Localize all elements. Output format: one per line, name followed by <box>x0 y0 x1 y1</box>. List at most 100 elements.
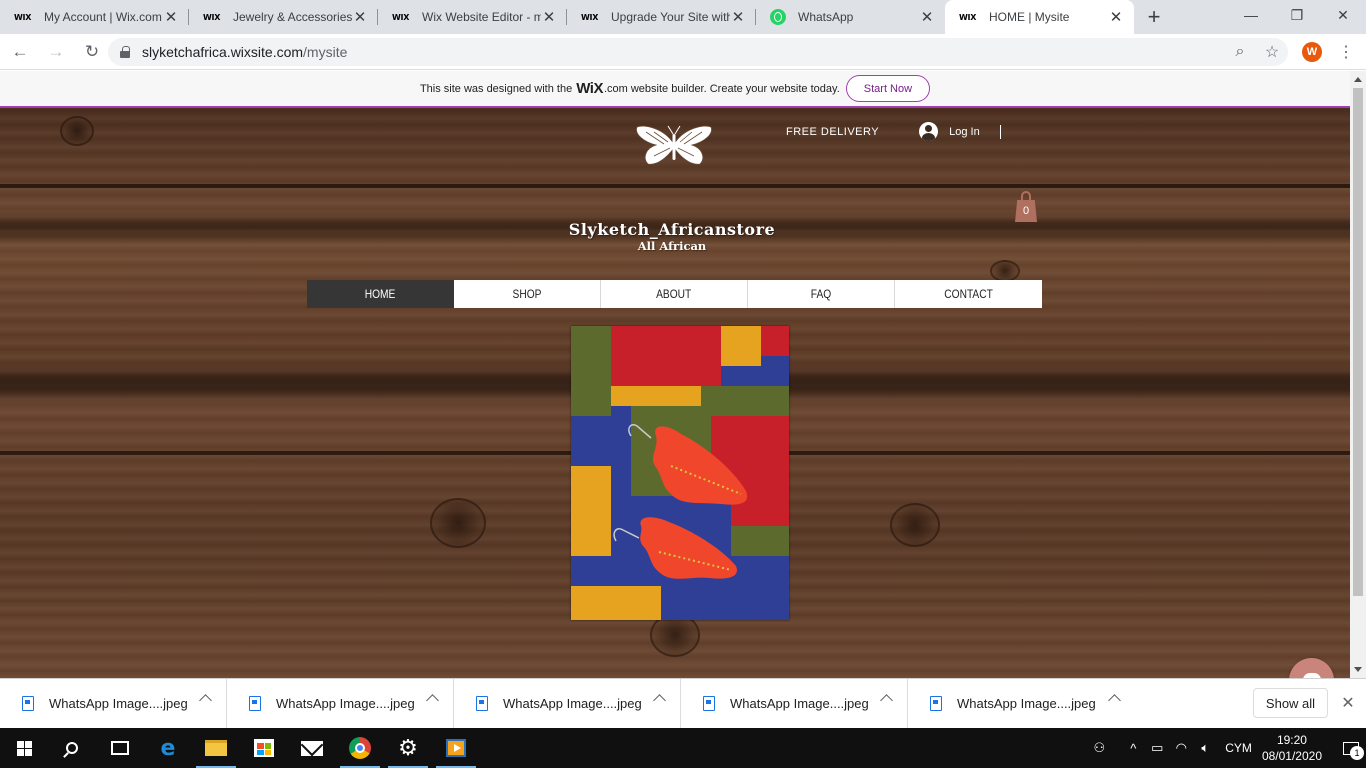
download-item[interactable]: WhatsApp Image....jpeg <box>227 678 454 729</box>
new-tab-button[interactable]: + <box>1140 3 1168 31</box>
wix-favicon-icon: WIX <box>392 12 410 22</box>
start-button[interactable] <box>0 728 48 768</box>
reload-button[interactable]: ↻ <box>76 36 108 68</box>
image-file-icon <box>703 696 715 711</box>
cart-count: 0 <box>1015 200 1037 222</box>
people-icon[interactable]: ⚇ <box>1087 740 1111 756</box>
menu-item-label: CONTACT <box>944 287 993 301</box>
close-downloads-icon[interactable]: ✕ <box>1339 693 1357 712</box>
site-brand: Slyketch_Africanstore All African <box>0 220 1344 253</box>
tab-close-icon[interactable]: ✕ <box>352 8 368 26</box>
chevron-up-icon[interactable]: ^ <box>1121 741 1145 756</box>
chat-button[interactable] <box>1289 658 1334 678</box>
menu-item-shop[interactable]: SHOP <box>454 280 601 308</box>
start-now-button[interactable]: Start Now <box>845 75 931 102</box>
search-icon <box>66 742 78 754</box>
file-explorer-app[interactable] <box>192 728 240 768</box>
download-item[interactable]: WhatsApp Image....jpeg <box>0 678 227 729</box>
menu-item-contact[interactable]: CONTACT <box>895 280 1042 308</box>
zoom-icon[interactable]: ⌕ <box>1224 43 1256 61</box>
menu-item-label: HOME <box>364 287 396 301</box>
banner-text-before: This site was designed with the <box>419 82 573 95</box>
browser-tab[interactable]: WIX Jewelry & Accessories W ✕ <box>189 0 378 34</box>
page-viewport: This site was designed with the WiX .com… <box>0 71 1350 678</box>
url-text[interactable]: slyketchafrica.wixsite.com/mysite <box>142 44 347 60</box>
forward-button[interactable]: → <box>40 36 72 68</box>
chevron-up-icon[interactable] <box>426 693 439 707</box>
brand-name[interactable]: Slyketch_Africanstore <box>0 220 1344 239</box>
address-bar[interactable]: slyketchafrica.wixsite.com/mysite ⌕ ☆ <box>108 38 1288 66</box>
brand-tagline: All African <box>637 239 707 253</box>
window-controls: — ❐ ✕ <box>1228 0 1366 30</box>
tab-close-icon[interactable]: ✕ <box>919 8 935 26</box>
browser-tab[interactable]: WIX Upgrade Your Site with ✕ <box>567 0 756 34</box>
free-delivery-link[interactable]: FREE DELIVERY <box>786 126 879 138</box>
clock-date: 08/01/2020 <box>1261 749 1322 763</box>
browser-tab[interactable]: WIX Wix Website Editor - m ✕ <box>378 0 567 34</box>
browser-tab[interactable]: WIX My Account | Wix.com ✕ <box>0 0 189 34</box>
image-file-icon <box>22 696 34 711</box>
menu-item-about[interactable]: ABOUT <box>601 280 748 308</box>
volume-icon[interactable]: 🔈︎ <box>1193 740 1217 756</box>
download-item[interactable]: WhatsApp Image....jpeg <box>681 678 908 729</box>
mail-app[interactable] <box>288 728 336 768</box>
chrome-app[interactable] <box>336 728 384 768</box>
store-app[interactable] <box>240 728 288 768</box>
wifi-icon[interactable]: ◠ <box>1169 740 1193 756</box>
browser-tab-active[interactable]: WIX HOME | Mysite ✕ <box>945 0 1134 34</box>
wix-promo-banner: This site was designed with the WiX .com… <box>0 71 1350 108</box>
notification-center-button[interactable]: 1 <box>1336 728 1366 768</box>
media-player-app[interactable] <box>432 728 480 768</box>
tab-close-icon[interactable]: ✕ <box>1108 8 1124 26</box>
banner-text-after: .com website builder. Create your websit… <box>603 82 840 95</box>
menu-item-label: ABOUT <box>656 287 692 301</box>
language-indicator[interactable]: CYM <box>1225 741 1252 755</box>
battery-icon[interactable]: ▭ <box>1145 740 1169 756</box>
tab-title: Upgrade Your Site with <box>611 10 730 24</box>
task-view-button[interactable] <box>96 728 144 768</box>
back-button[interactable]: ← <box>4 36 36 68</box>
whatsapp-favicon-icon <box>770 9 786 25</box>
restore-button[interactable]: ❐ <box>1274 0 1320 30</box>
menu-item-home[interactable]: HOME <box>307 280 454 308</box>
settings-app[interactable]: ⚙ <box>384 728 432 768</box>
wix-logo[interactable]: WiX <box>576 80 603 97</box>
tab-close-icon[interactable]: ✕ <box>541 8 557 26</box>
chevron-up-icon[interactable] <box>880 693 893 707</box>
minimize-button[interactable]: — <box>1228 0 1274 30</box>
chevron-up-icon[interactable] <box>199 693 212 707</box>
scroll-up-icon[interactable] <box>1354 77 1362 82</box>
menu-item-label: FAQ <box>810 287 832 301</box>
close-window-button[interactable]: ✕ <box>1320 0 1366 30</box>
page-scrollbar[interactable] <box>1350 71 1366 678</box>
browser-tab[interactable]: WhatsApp ✕ <box>756 0 945 34</box>
butterfly-logo-icon[interactable] <box>634 124 714 168</box>
tab-close-icon[interactable]: ✕ <box>163 8 179 26</box>
chevron-up-icon[interactable] <box>653 693 666 707</box>
clock[interactable]: 19:20 08/01/2020 <box>1262 732 1322 764</box>
product-image[interactable] <box>571 326 789 620</box>
browser-tabstrip: WIX My Account | Wix.com ✕ WIX Jewelry &… <box>0 0 1366 34</box>
plank-seam <box>0 184 1350 188</box>
scroll-down-icon[interactable] <box>1354 667 1362 672</box>
lock-icon[interactable] <box>120 46 130 58</box>
download-item[interactable]: WhatsApp Image....jpeg <box>908 679 1135 729</box>
download-item[interactable]: WhatsApp Image....jpeg <box>454 678 681 729</box>
profile-avatar[interactable]: W <box>1302 42 1322 62</box>
user-avatar-icon <box>919 122 939 141</box>
cart-button[interactable]: 0 <box>1015 191 1037 223</box>
tab-close-icon[interactable]: ✕ <box>730 8 746 26</box>
scroll-thumb[interactable] <box>1353 88 1363 596</box>
search-button[interactable] <box>48 728 96 768</box>
login-button[interactable]: Log In <box>919 122 980 141</box>
notification-badge: 1 <box>1350 746 1364 760</box>
menu-item-faq[interactable]: FAQ <box>748 280 895 308</box>
bookmark-star-icon[interactable]: ☆ <box>1256 42 1288 62</box>
edge-app[interactable]: e <box>144 728 192 768</box>
chevron-up-icon[interactable] <box>1108 693 1121 707</box>
show-all-downloads-button[interactable]: Show all <box>1253 688 1328 718</box>
browser-menu-icon[interactable]: ⋮ <box>1336 42 1356 62</box>
store-icon <box>254 739 274 757</box>
tab-title: HOME | Mysite <box>989 10 1070 24</box>
divider <box>999 124 1001 139</box>
